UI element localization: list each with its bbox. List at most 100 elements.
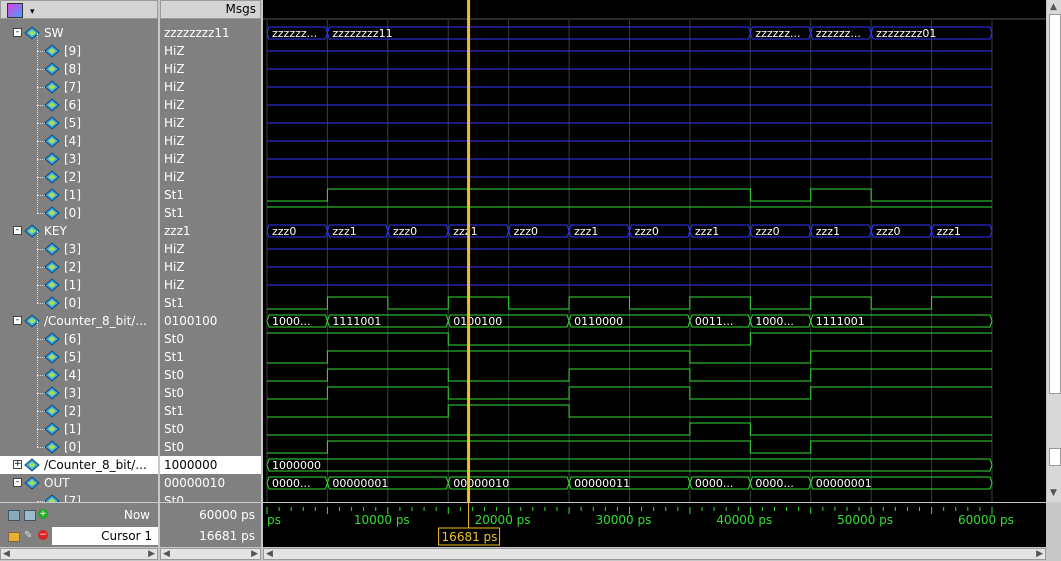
signal-row-bit[interactable]: [8] xyxy=(0,60,158,78)
bus-value-label: 0000... xyxy=(695,477,733,490)
ruler-label: 30000 ps xyxy=(596,513,652,527)
bit-signal-icon xyxy=(44,404,60,418)
signal-row-bit[interactable]: [7] xyxy=(0,78,158,96)
remove-cursor-icon[interactable]: − xyxy=(38,530,48,540)
signal-row-bit[interactable]: [0] xyxy=(0,204,158,222)
now-snapshot-icon[interactable] xyxy=(24,510,36,521)
edit-cursor-icon[interactable]: ✎ xyxy=(24,530,32,541)
bit-signal-icon xyxy=(44,260,60,274)
bus-signal-icon xyxy=(24,476,40,490)
signal-row-bit[interactable]: [2] xyxy=(0,402,158,420)
bus-value-label: zzz1 xyxy=(816,225,840,238)
signal-name: [2] xyxy=(64,404,81,418)
vertical-scrollbar[interactable]: ▲ ▼ xyxy=(1047,0,1061,502)
bit-signal-icon xyxy=(44,278,60,292)
signal-row-bit[interactable]: [9] xyxy=(0,42,158,60)
bus-value-label: zzzzzzzz11 xyxy=(332,27,392,40)
add-cursor-icon[interactable]: + xyxy=(38,509,48,519)
values-hscroll[interactable]: ◀ ▶ xyxy=(160,548,261,560)
cursor-name[interactable]: Cursor 1 xyxy=(52,527,158,545)
signal-row-bit[interactable]: [0] xyxy=(0,294,158,312)
signal-row-bit[interactable]: [5] xyxy=(0,114,158,132)
signal-row-bit[interactable]: [0] xyxy=(0,438,158,456)
signal-row-bit[interactable]: [3] xyxy=(0,240,158,258)
waveform-pane[interactable]: zzzzzz... zzzzzzzz11 zzzzzz... zzzzzz... zzz… xyxy=(263,0,1046,502)
collapse-icon[interactable]: - xyxy=(13,226,22,235)
scroll-thumb[interactable] xyxy=(1049,14,1061,394)
bus-value-label: zzz0 xyxy=(876,225,900,238)
hscroll-left-icon[interactable]: ◀ xyxy=(266,549,273,559)
bus-value-label: 1111001 xyxy=(816,315,865,328)
post-sim-area xyxy=(993,0,1046,502)
collapse-icon[interactable]: - xyxy=(13,316,22,325)
signal-value: HiZ xyxy=(164,242,185,256)
signal-row-bit[interactable]: [5] xyxy=(0,348,158,366)
signal-value: HiZ xyxy=(164,134,185,148)
collapse-icon[interactable]: - xyxy=(13,28,22,37)
bus-value-label: 0100100 xyxy=(453,315,502,328)
signal-row-bit[interactable]: [3] xyxy=(0,150,158,168)
collapse-icon[interactable]: - xyxy=(13,478,22,487)
signal-row-group[interactable]: - OUT xyxy=(0,474,158,492)
names-hscroll[interactable]: ◀ ▶ xyxy=(0,548,158,560)
bus-value-label: 0000... xyxy=(755,477,793,490)
signal-row-bit[interactable]: [1] xyxy=(0,420,158,438)
signal-name: [2] xyxy=(64,170,81,184)
signal-value: HiZ xyxy=(164,260,185,274)
signal-row-bit[interactable]: [7] xyxy=(0,492,158,502)
signal-row-bit[interactable]: [2] xyxy=(0,258,158,276)
bit-signal-icon xyxy=(44,296,60,310)
signal-value: St0 xyxy=(164,368,184,382)
signal-row-group[interactable]: + /Counter_8_bit/... xyxy=(0,456,158,474)
signal-value: St1 xyxy=(164,188,184,202)
bit-signal-icon xyxy=(44,116,60,130)
signal-name: [9] xyxy=(64,44,81,58)
scroll-down-icon[interactable]: ▼ xyxy=(1050,488,1057,498)
wave-hscroll[interactable]: ◀ ▶ xyxy=(263,548,1046,560)
waveform-canvas[interactable]: zzzzzz... zzzzzzzz11 zzzzzz... zzzzzz... zzz… xyxy=(263,0,1046,502)
bus-value-label: zzz0 xyxy=(393,225,417,238)
timeline-ruler[interactable]: ps 10000 ps 20000 ps 30000 ps 40000 ps 50000 … xyxy=(263,503,1046,547)
signal-value: HiZ xyxy=(164,80,185,94)
bus-value-label: 0011... xyxy=(695,315,733,328)
signal-row-bit[interactable]: [1] xyxy=(0,186,158,204)
now-label: Now xyxy=(123,508,150,522)
bus-value-label: 0000... xyxy=(272,477,310,490)
signal-name-pane[interactable]: ▾ - SW [9] [8] [7] [6] [5] [4] [3] [2] [1] [0] - KEY [… xyxy=(0,0,158,502)
signal-value: St1 xyxy=(164,296,184,310)
signal-value-pane[interactable]: Msgs zzzzzzzz11 HiZ HiZ HiZ HiZ HiZ HiZ HiZ HiZ S… xyxy=(160,0,261,502)
hscroll-right-icon[interactable]: ▶ xyxy=(148,549,155,559)
signal-name: [4] xyxy=(64,134,81,148)
bus-value-label: zzz0 xyxy=(514,225,538,238)
now-value: 60000 ps xyxy=(199,508,255,522)
expand-icon[interactable]: + xyxy=(13,460,22,469)
signal-name: /Counter_8_bit/... xyxy=(44,314,147,328)
hscroll-right-icon[interactable]: ▶ xyxy=(251,549,258,559)
signal-row-group[interactable]: - /Counter_8_bit/... xyxy=(0,312,158,330)
hscroll-right-icon[interactable]: ▶ xyxy=(1036,549,1043,559)
signal-value: 0100100 xyxy=(164,314,218,328)
bus-value-label: 1111001 xyxy=(332,315,381,328)
signal-row-bit[interactable]: [6] xyxy=(0,96,158,114)
signal-row-group[interactable]: - SW xyxy=(0,24,158,42)
signal-row-bit[interactable]: [6] xyxy=(0,330,158,348)
wave-toolbar-icon[interactable] xyxy=(7,3,23,18)
hscroll-left-icon[interactable]: ◀ xyxy=(3,549,10,559)
hscroll-left-icon[interactable]: ◀ xyxy=(163,549,170,559)
signal-row-bit[interactable]: [4] xyxy=(0,132,158,150)
bit-signal-icon xyxy=(44,368,60,382)
signal-name: [6] xyxy=(64,98,81,112)
scroll-up-icon[interactable]: ▲ xyxy=(1050,2,1057,12)
toolbar-dropdown-icon[interactable]: ▾ xyxy=(30,7,35,17)
scroll-thumb-marker[interactable] xyxy=(1049,448,1061,466)
signal-row-bit[interactable]: [1] xyxy=(0,276,158,294)
signal-row-bit[interactable]: [2] xyxy=(0,168,158,186)
signal-row-group[interactable]: - KEY xyxy=(0,222,158,240)
signal-value: St1 xyxy=(164,350,184,364)
signal-row-bit[interactable]: [3] xyxy=(0,384,158,402)
timeline-footer[interactable]: ps 10000 ps 20000 ps 30000 ps 40000 ps 50000 … xyxy=(263,503,1046,547)
lock-cursor-icon[interactable] xyxy=(8,532,20,542)
signal-row-bit[interactable]: [4] xyxy=(0,366,158,384)
signal-name: [2] xyxy=(64,260,81,274)
bit-waveform xyxy=(267,296,992,310)
